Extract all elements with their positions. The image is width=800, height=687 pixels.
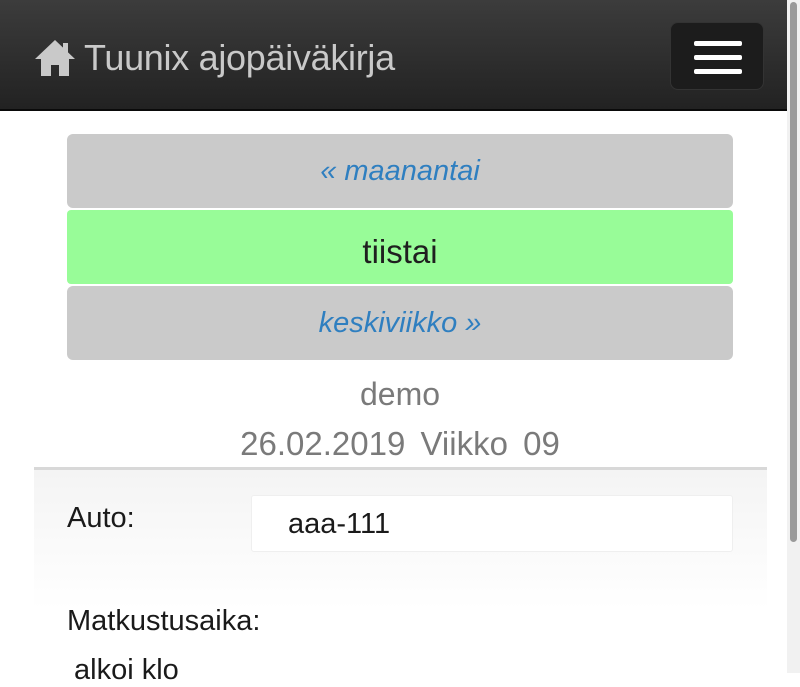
user-name: demo — [359, 376, 441, 412]
next-day-button[interactable]: keskiviikko » — [67, 286, 733, 360]
previous-day-button[interactable]: « maanantai — [67, 134, 733, 208]
current-day-label: tiistai — [67, 210, 733, 284]
navbar: Tuunix ajopäiväkirja — [0, 0, 800, 111]
auto-label: Auto: — [67, 502, 135, 534]
hamburger-menu-button[interactable] — [670, 22, 764, 90]
date-week: 26.02.2019 Viikko 09 — [240, 425, 560, 462]
auto-select[interactable]: aaa-111 — [251, 495, 733, 552]
brand-title: Tuunix ajopäiväkirja — [84, 37, 395, 78]
home-icon — [34, 38, 76, 78]
scrollbar[interactable] — [787, 0, 800, 673]
scrollbar-thumb[interactable] — [790, 2, 797, 542]
hamburger-menu-icon-bar — [694, 55, 742, 60]
travel-time-label: Matkustusaika: — [67, 605, 261, 637]
brand-link[interactable]: Tuunix ajopäiväkirja — [34, 35, 395, 81]
hamburger-menu-icon-bar — [694, 69, 742, 74]
start-time-label: alkoi klo — [74, 654, 179, 686]
hamburger-menu-icon — [694, 41, 742, 46]
